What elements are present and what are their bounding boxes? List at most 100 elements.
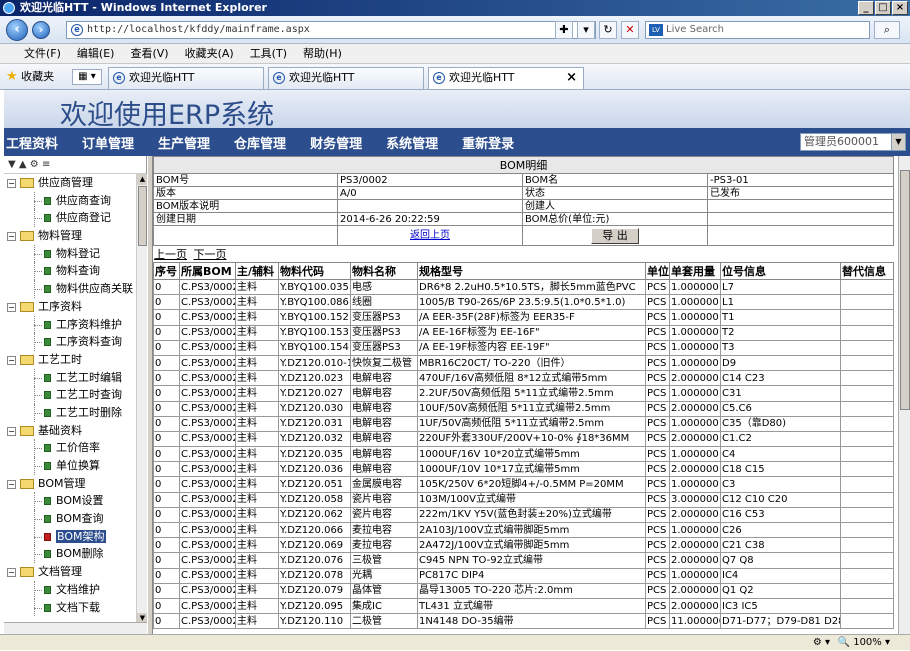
browser-tab-2[interactable]: e 欢迎光临HTT xyxy=(268,67,424,89)
back-icon[interactable]: ‹ xyxy=(6,19,28,41)
table-row[interactable]: 0 C.PS3/0002 主料 Y.DZ120.036 电解电容 1000UF/10V 1… xyxy=(153,461,894,478)
nav-relogin[interactable]: 重新登录 xyxy=(460,133,514,152)
table-row[interactable]: 0 C.PS3/0002 主料 Y.DZ120.076 三极管 C945 NPN TO-9… xyxy=(153,552,894,569)
table-row[interactable]: 0 C.PS3/0002 主料 Y.DZ120.035 电解电容 1000UF/16V 1… xyxy=(153,446,894,463)
collapse-icon[interactable]: − xyxy=(7,302,16,312)
table-row[interactable]: 0 C.PS3/0002 主料 Y.DZ120.069 麦拉电容 2A472J/100V立… xyxy=(153,537,894,554)
close-tab-icon[interactable]: × xyxy=(566,68,577,88)
forward-icon[interactable]: › xyxy=(32,21,50,39)
menu-view[interactable]: 查看(V) xyxy=(122,44,176,63)
tree-item[interactable]: 工艺工时删除 xyxy=(4,403,136,422)
back-link[interactable]: 返回上页 xyxy=(337,225,523,246)
tree-group[interactable]: − 工序资料 xyxy=(4,298,136,316)
menu-favorites[interactable]: 收藏夹(A) xyxy=(177,44,242,63)
table-row[interactable]: 0 C.PS3/0002 主料 Y.DZ120.058 瓷片电容 103M/100V立式编… xyxy=(153,491,894,508)
table-row[interactable]: 0 C.PS3/0002 主料 Y.DZ120.023 电解电容 470UF/16V高频低… xyxy=(153,370,894,387)
tree-item[interactable]: 工序资料查询 xyxy=(4,333,136,351)
tree-refresh-icon[interactable]: ≡ xyxy=(42,159,50,170)
content-scroll-thumb[interactable] xyxy=(900,170,910,410)
nav-orders[interactable]: 订单管理 xyxy=(80,133,134,152)
collapse-icon[interactable]: − xyxy=(7,179,16,188)
tree-item[interactable]: 工艺工时编辑 xyxy=(4,368,136,387)
export-button[interactable]: 导 出 xyxy=(591,227,639,244)
tree-hscrollbar[interactable] xyxy=(4,622,147,634)
next-page-link[interactable]: 下一页 xyxy=(194,248,227,261)
table-row[interactable]: 0 C.PS3/0002 主料 Y.DZ120.027 电解电容 2.2UF/50V高频低… xyxy=(153,385,894,402)
table-row[interactable]: 0 C.PS3/0002 主料 Y.DZ120.095 集成IC TL431 立式编带 PC… xyxy=(153,597,894,615)
search-input[interactable]: LV Live Search xyxy=(645,21,870,39)
nav-warehouse[interactable]: 仓库管理 xyxy=(232,133,286,152)
tree-item[interactable]: BOM架构 xyxy=(4,527,136,546)
table-row[interactable]: 0 C.PS3/0002 主料 Y.DZ120.066 麦拉电容 2A103J/100V立… xyxy=(153,521,894,539)
tree-group[interactable]: − 基础资料 xyxy=(4,422,136,440)
tree-item[interactable]: 工序资料维护 xyxy=(4,315,136,334)
table-row[interactable]: 0 C.PS3/0002 主料 Y.BYQ100.152 变压器PS3/A EER-35… xyxy=(153,309,894,326)
tree-item[interactable]: BOM查询 xyxy=(4,510,136,528)
table-row[interactable]: 0 C.PS3/0002 主料 Y.DZ120.030 电解电容 10UF/50V高频低阻… xyxy=(153,400,894,417)
browser-tab-1[interactable]: e 欢迎光临HTT xyxy=(108,67,264,89)
table-row[interactable]: 0 C.PS3/0002 主料 Y.DZ120.031 电解电容 1UF/50V高频低阻 … xyxy=(153,415,894,432)
menu-tools[interactable]: 工具(T) xyxy=(242,44,295,63)
tree-item[interactable]: 物料查询 xyxy=(4,262,136,281)
nav-production[interactable]: 生产管理 xyxy=(156,133,210,152)
nav-system[interactable]: 系统管理 xyxy=(384,133,438,152)
tree-options-icon[interactable]: ⚙ xyxy=(30,159,39,170)
quick-tabs-icon[interactable]: ▦ ▾ xyxy=(72,69,102,85)
table-row[interactable]: 0 C.PS3/0002 主料 Y.DZ120.010-1 快恢复二极管 MBR16C20… xyxy=(153,354,894,372)
prev-page-link[interactable]: 上一页 xyxy=(154,248,187,261)
collapse-icon[interactable]: − xyxy=(7,426,16,436)
refresh-icon[interactable]: ↻ xyxy=(599,21,617,39)
table-row[interactable]: 0 C.PS3/0002 主料 Y.DZ120.110 二极管 1N4148 DO-35编… xyxy=(153,613,894,630)
minimize-button[interactable]: _ xyxy=(858,1,874,15)
tree-item[interactable]: 供应商查询 xyxy=(4,191,136,210)
table-row[interactable]: 0 C.PS3/0002 主料 Y.DZ120.051 金属膜电容 105K/250V 6… xyxy=(153,476,894,493)
table-row[interactable]: 0 C.PS3/0002 主料 Y.BYQ100.086 线圈 1005/B T90-26… xyxy=(153,294,894,311)
compatibility-icon[interactable]: ✚ xyxy=(555,21,573,39)
collapse-all-icon[interactable]: ▲ xyxy=(19,159,27,170)
favorites-button[interactable]: ★ 收藏夹 xyxy=(6,69,54,85)
menu-edit[interactable]: 编辑(E) xyxy=(69,44,123,63)
tree-item[interactable]: 供应商登记 xyxy=(4,209,136,228)
tree-item[interactable]: 物料登记 xyxy=(4,244,136,263)
expand-all-icon[interactable]: ▼ xyxy=(8,159,16,170)
stop-icon[interactable]: ✕ xyxy=(621,21,639,39)
table-row[interactable]: 0 C.PS3/0002 主料 Y.BYQ100.154 变压器PS3/A EE-19F… xyxy=(153,339,894,356)
tree-item[interactable]: 文档维护 xyxy=(4,580,136,599)
tree-group[interactable]: − 文档管理 xyxy=(4,563,136,581)
tree-group[interactable]: − BOM管理 xyxy=(4,475,136,493)
tree-item[interactable]: 单位换算 xyxy=(4,457,136,475)
chevron-down-icon[interactable]: ▼ xyxy=(891,134,905,150)
security-zone-icon[interactable]: ⚙ ▾ xyxy=(813,635,830,651)
scroll-thumb[interactable] xyxy=(138,186,147,246)
tree-item[interactable]: 文档下载 xyxy=(4,598,136,617)
dropdown-icon[interactable]: ▾ xyxy=(577,21,595,39)
zoom-level[interactable]: 🔍 100% ▾ xyxy=(838,635,890,651)
table-row[interactable]: 0 C.PS3/0002 主料 Y.BYQ100.035 电感 DR6*8 2.2uH0.… xyxy=(153,278,894,296)
admin-select[interactable]: 管理员600001 ▼ xyxy=(800,133,906,151)
collapse-icon[interactable]: − xyxy=(7,479,16,489)
tree-group[interactable]: − 工艺工时 xyxy=(4,351,136,369)
tree-item[interactable]: 物料供应商关联 xyxy=(4,280,136,298)
tree-item[interactable]: 工价倍率 xyxy=(4,439,136,457)
menu-help[interactable]: 帮助(H) xyxy=(295,44,350,63)
tree-item[interactable]: BOM设置 xyxy=(4,492,136,511)
table-row[interactable]: 0 C.PS3/0002 主料 Y.DZ120.078 光耦 PC817C DIP4 PCS… xyxy=(153,567,894,584)
browser-tab-3[interactable]: e 欢迎光临HTT × xyxy=(428,67,584,89)
collapse-icon[interactable]: − xyxy=(7,568,16,578)
nav-engineering[interactable]: 工程资料 xyxy=(4,133,58,152)
content-scrollbar[interactable] xyxy=(898,156,910,634)
url-input[interactable]: e http://localhost/kfddy/mainframe.aspx xyxy=(66,21,596,39)
nav-finance[interactable]: 财务管理 xyxy=(308,133,362,152)
tree-scrollbar[interactable]: ▲ ▼ xyxy=(136,174,148,624)
table-row[interactable]: 0 C.PS3/0002 主料 Y.BYQ100.153 变压器PS3/A EE-16F… xyxy=(153,324,894,341)
tree-item[interactable]: 工艺工时查询 xyxy=(4,386,136,404)
table-row[interactable]: 0 C.PS3/0002 主料 Y.DZ120.032 电解电容 220UF外套330UF… xyxy=(153,430,894,448)
close-window-button[interactable]: × xyxy=(892,1,908,15)
maximize-button[interactable]: □ xyxy=(875,1,891,15)
tree-group[interactable]: − 物料管理 xyxy=(4,227,136,245)
search-icon[interactable]: ⌕ xyxy=(874,21,900,39)
tree-item[interactable]: BOM删除 xyxy=(4,545,136,564)
collapse-icon[interactable]: − xyxy=(7,232,16,242)
table-row[interactable]: 0 C.PS3/0002 主料 Y.DZ120.079 晶体管 晶导13005 TO-22… xyxy=(153,582,894,599)
menu-file[interactable]: 文件(F) xyxy=(16,44,69,63)
